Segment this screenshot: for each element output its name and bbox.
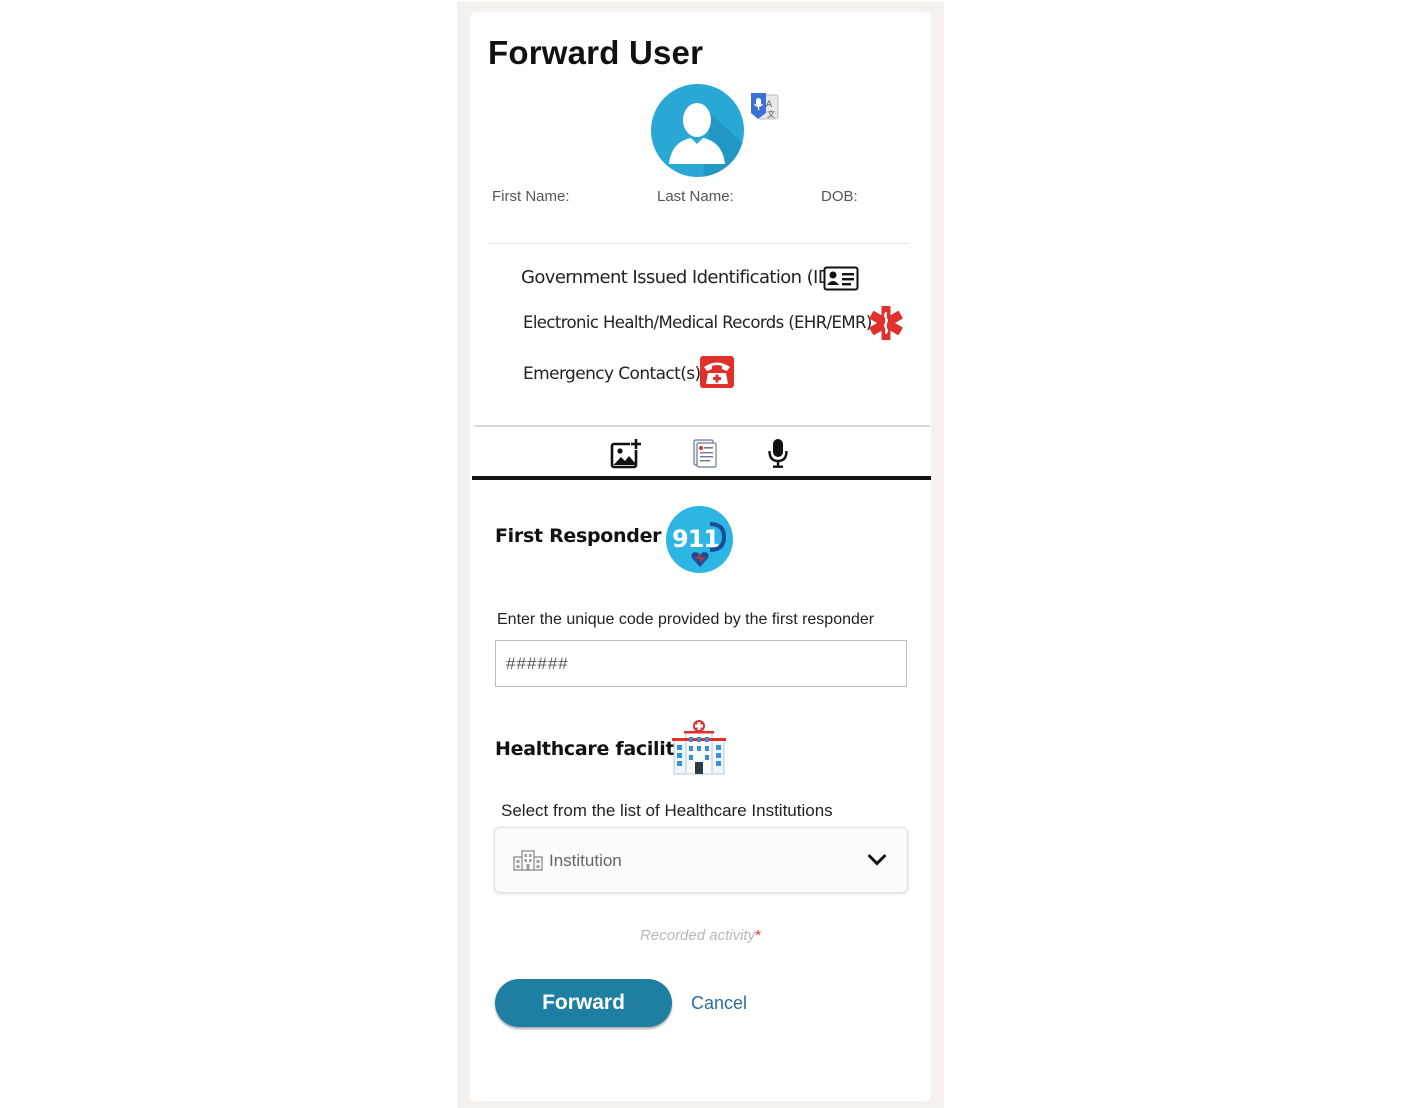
emergency-phone-icon[interactable] xyxy=(699,355,735,394)
add-photo-icon[interactable] xyxy=(610,438,642,474)
record-label-government-id[interactable]: Government Issued Identification (ID) xyxy=(521,267,838,288)
id-card-icon[interactable] xyxy=(823,266,859,296)
voice-translate-icon[interactable]: A 文 xyxy=(750,91,780,123)
responder-code-input[interactable] xyxy=(495,640,907,687)
last-name-label: Last Name: xyxy=(657,188,734,205)
recorded-activity-text: Recorded activity xyxy=(640,927,756,944)
first-name-label: First Name: xyxy=(492,188,570,205)
avatar[interactable] xyxy=(651,84,744,177)
recorded-activity-label: Recorded activity* xyxy=(470,927,931,944)
healthcare-facility-heading: Healthcare facility xyxy=(495,738,687,760)
microphone-icon[interactable] xyxy=(767,438,789,474)
toolbar-top-border xyxy=(474,425,930,427)
svg-text:文: 文 xyxy=(767,109,775,119)
first-responder-badge: 911 xyxy=(666,506,733,573)
toolbar-bottom-border xyxy=(472,476,931,480)
page-title: Forward User xyxy=(488,34,704,71)
chevron-down-icon[interactable] xyxy=(867,853,887,867)
svg-text:A: A xyxy=(766,100,773,110)
record-label-ehr[interactable]: Electronic Health/Medical Records (EHR/E… xyxy=(523,313,872,332)
forward-button[interactable]: Forward xyxy=(495,979,672,1027)
institution-select[interactable]: Institution xyxy=(494,827,908,893)
badge-phone-icon xyxy=(709,522,727,552)
user-silhouette-icon xyxy=(669,103,744,177)
healthcare-hint: Select from the list of Healthcare Insti… xyxy=(501,801,833,820)
institution-select-placeholder: Institution xyxy=(549,851,622,870)
profile-divider xyxy=(488,243,909,244)
hospital-building-icon xyxy=(670,718,728,781)
document-icon[interactable] xyxy=(691,438,717,473)
first-responder-heading: First Responder xyxy=(495,525,662,547)
cancel-link[interactable]: Cancel xyxy=(691,993,747,1014)
first-responder-hint: Enter the unique code provided by the fi… xyxy=(497,611,875,628)
medical-star-icon[interactable] xyxy=(868,305,904,346)
institution-building-icon xyxy=(513,850,543,871)
dob-label: DOB: xyxy=(821,188,858,205)
badge-heart-icon xyxy=(691,552,709,567)
required-asterisk: * xyxy=(755,927,761,944)
record-label-emergency-contact[interactable]: Emergency Contact(s) xyxy=(523,364,701,384)
